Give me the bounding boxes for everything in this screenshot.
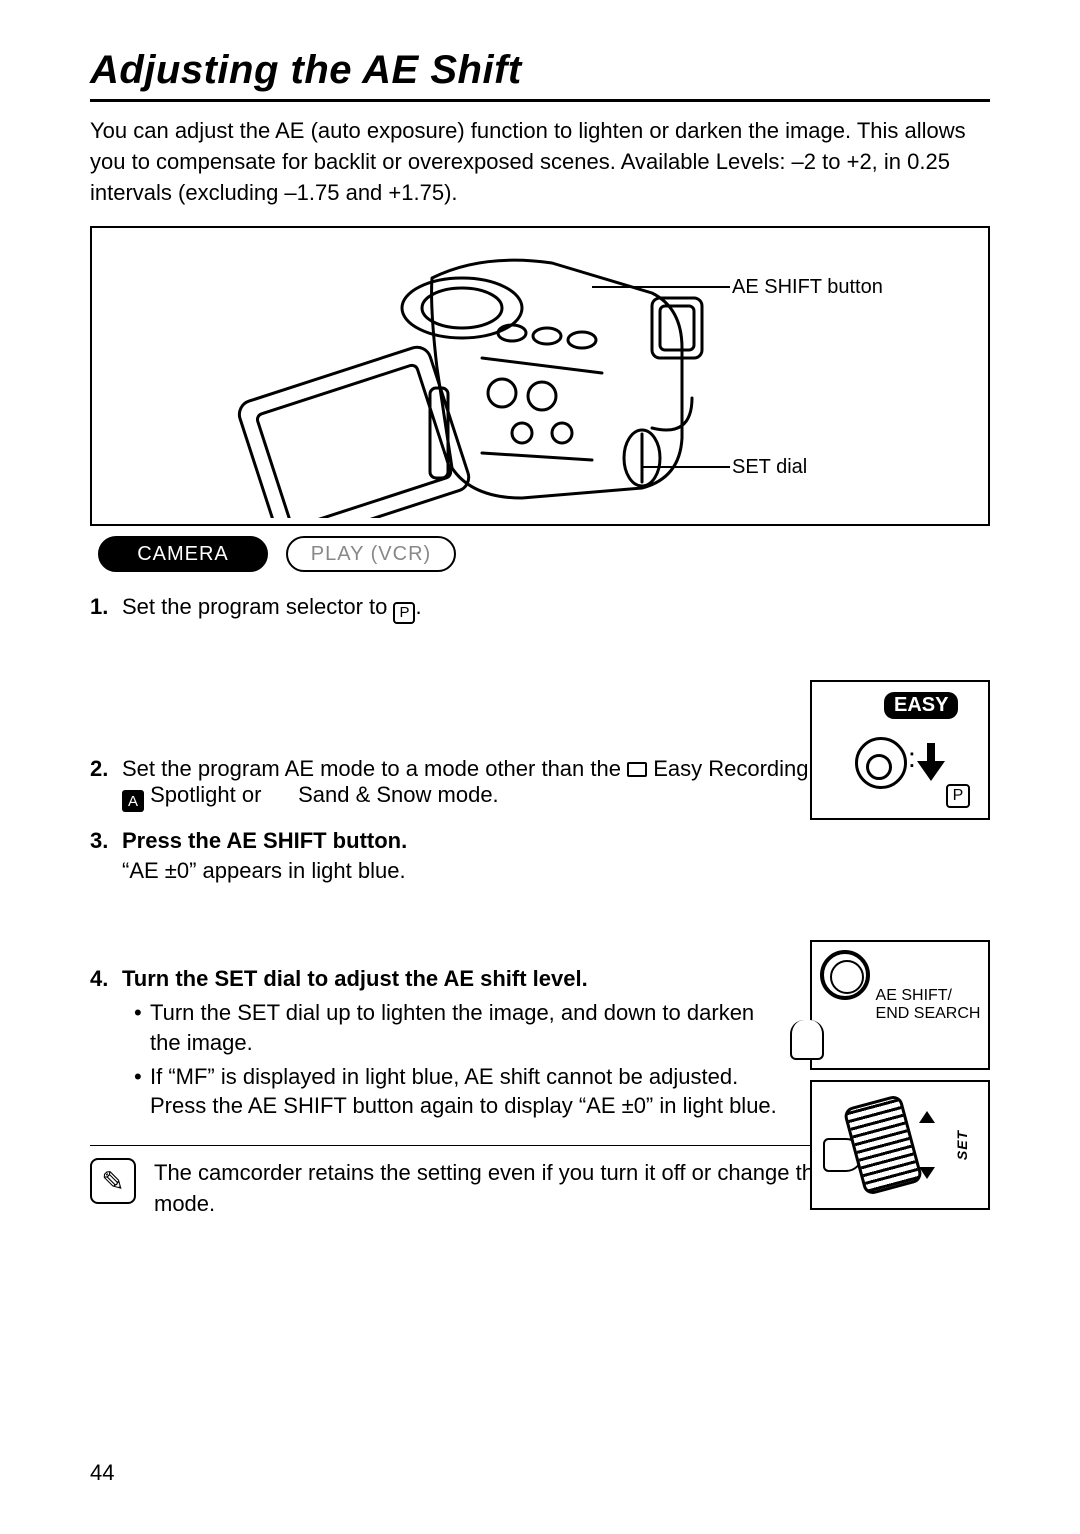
step-1-text-a: Set the program selector to <box>122 594 393 619</box>
step-1-text-b: . <box>415 594 421 619</box>
callout-line <box>642 466 730 468</box>
mode-badges: CAMERA PLAY (VCR) <box>90 536 990 572</box>
p-icon: P <box>946 784 970 808</box>
figure-program-selector: EASY : P <box>810 680 990 820</box>
step-number: 4. <box>90 966 122 1125</box>
selector-dial-icon <box>855 737 907 789</box>
step-number: 3. <box>90 828 122 884</box>
step-4-bullet-1: Turn the SET dial up to lighten the imag… <box>134 998 790 1057</box>
step-3: Press the AE SHIFT button. “AE ±0” appea… <box>122 828 790 884</box>
callout-line <box>592 286 730 288</box>
hand-icon <box>790 1020 824 1060</box>
button-press-icon <box>820 950 870 1000</box>
step-3-head: Press the AE SHIFT button. <box>122 828 790 854</box>
callout-set-dial: SET dial <box>732 456 807 479</box>
arrow-up-icon <box>919 1111 935 1123</box>
camcorder-diagram: AE SHIFT button SET dial <box>90 226 990 526</box>
step-2-b: Easy Recording, <box>653 756 814 781</box>
step-number: 1. <box>90 594 122 624</box>
callout-ae-shift: AE SHIFT button <box>732 276 883 299</box>
rectangle-icon <box>627 762 647 777</box>
step-4-bullet-2: If “MF” is displayed in light blue, AE s… <box>134 1062 790 1121</box>
step-1: Set the program selector to P. <box>122 594 990 624</box>
step-2-c: Spotlight or <box>150 782 267 807</box>
intro-paragraph: You can adjust the AE (auto exposure) fu… <box>90 116 990 208</box>
button-label-line1: AE SHIFT/ <box>876 987 981 1005</box>
step-2-a: Set the program AE mode to a mode other … <box>122 756 627 781</box>
button-label-line2: END SEARCH <box>876 1005 981 1023</box>
mode-camera: CAMERA <box>98 536 268 572</box>
button-label: AE SHIFT/ END SEARCH <box>876 987 981 1024</box>
page-title: Adjusting the AE Shift <box>90 48 990 93</box>
figure-set-dial: SET <box>810 1080 990 1210</box>
step-3-sub: “AE ±0” appears in light blue. <box>122 858 790 884</box>
dial-wheel-icon <box>842 1094 923 1196</box>
easy-badge: EASY <box>884 692 958 719</box>
step-4-head: Turn the SET dial to adjust the AE shift… <box>122 966 790 992</box>
page-number: 44 <box>90 1460 114 1486</box>
note-icon: ✎ <box>90 1158 136 1204</box>
step-2-d: Sand & Snow mode. <box>298 782 499 807</box>
figure-ae-shift-button: AE SHIFT/ END SEARCH <box>810 940 990 1070</box>
p-icon: P <box>393 602 415 624</box>
arrow-down-icon <box>917 743 945 783</box>
spotlight-icon: A <box>122 790 144 812</box>
mode-play-vcr: PLAY (VCR) <box>286 536 456 572</box>
title-rule <box>90 99 990 102</box>
set-dial-label: SET <box>954 1130 970 1160</box>
step-number: 2. <box>90 756 122 813</box>
step-4: Turn the SET dial to adjust the AE shift… <box>122 966 790 1125</box>
camcorder-drawing <box>222 238 742 518</box>
